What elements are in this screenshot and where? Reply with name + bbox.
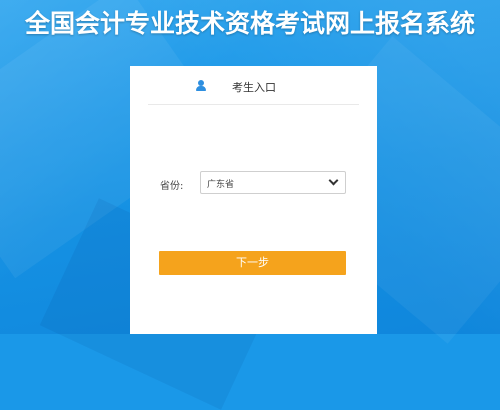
- province-select[interactable]: 广东省: [200, 171, 346, 194]
- next-step-button[interactable]: 下一步: [159, 251, 346, 275]
- login-card: 考生入口 省份: 广东省 下一步: [130, 66, 377, 334]
- chevron-down-icon: [328, 175, 339, 186]
- province-label: 省份:: [160, 181, 184, 192]
- user-icon: [196, 80, 206, 92]
- province-select-value: 广东省: [207, 180, 235, 190]
- entry-title: 考生入口: [232, 81, 276, 94]
- card-header: 考生入口: [148, 66, 359, 105]
- page-title: 全国会计专业技术资格考试网上报名系统: [24, 9, 475, 38]
